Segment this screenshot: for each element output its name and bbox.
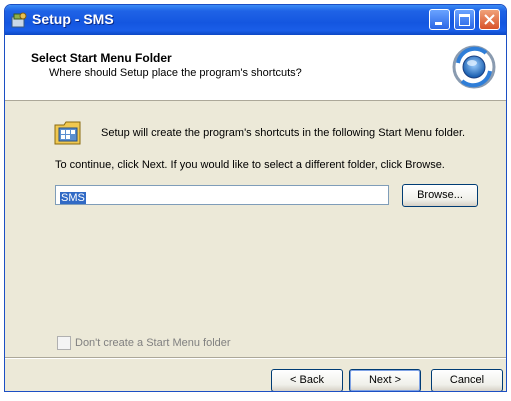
no-folder-checkbox-row[interactable]: Don't create a Start Menu folder [57,336,231,350]
wizard-header: Select Start Menu Folder Where should Se… [5,35,506,101]
page-subtitle: Where should Setup place the program's s… [49,67,302,79]
window-title: Setup - SMS [32,11,114,27]
intro-text: Setup will create the program's shortcut… [101,127,466,139]
footer-separator [5,357,506,359]
browse-button[interactable]: Browse... [402,184,478,207]
back-button[interactable]: < Back [271,369,343,391]
close-button[interactable] [479,9,500,30]
instruction-text: To continue, click Next. If you would li… [55,159,445,171]
setup-window: Setup - SMS Select Start Menu Folder Whe… [4,4,507,392]
next-button[interactable]: Next > [349,369,421,391]
program-group-icon [53,117,83,147]
start-menu-folder-input[interactable]: SMS [55,185,389,205]
minimize-button[interactable] [429,9,450,30]
title-bar[interactable]: Setup - SMS [5,5,506,35]
close-icon [484,14,495,25]
cancel-button[interactable]: Cancel [431,369,503,391]
page-title: Select Start Menu Folder [31,51,172,65]
maximize-button[interactable] [454,9,475,30]
setup-logo-icon [452,45,496,89]
folder-input-value: SMS [60,192,86,204]
no-folder-checkbox-label: Don't create a Start Menu folder [75,336,231,349]
setup-app-icon [11,12,27,28]
no-folder-checkbox[interactable] [57,336,71,350]
